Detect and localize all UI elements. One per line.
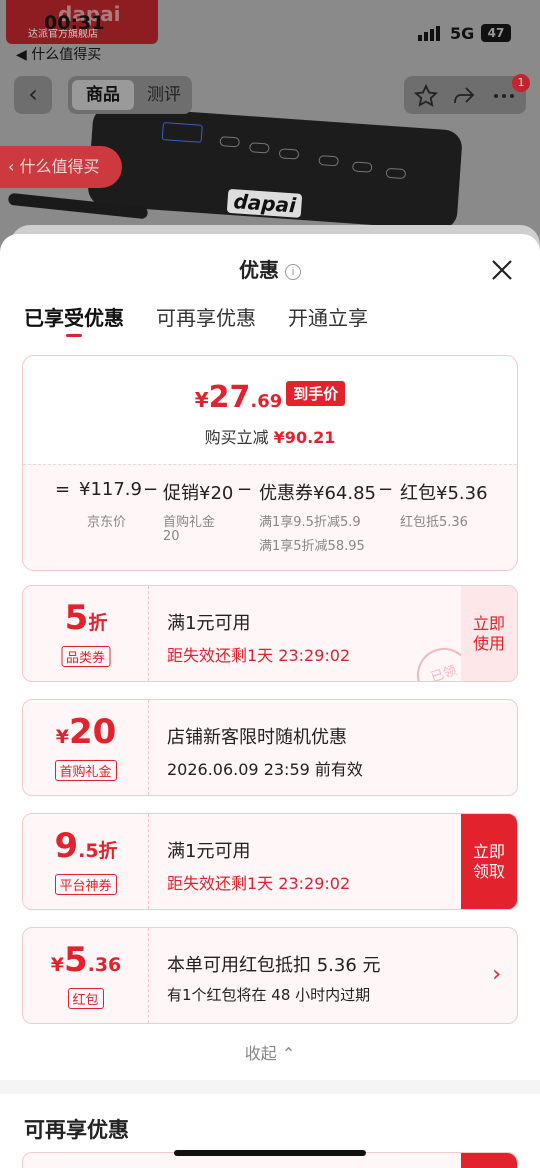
coupon-card-platform: 9.5折 平台神券 满1元可用 距失效还剩1天 23:29:02 立即 领取 bbox=[22, 813, 518, 910]
collapse-button[interactable]: 收起 ⌃ bbox=[0, 1040, 540, 1064]
collapse-label: 收起 bbox=[244, 1044, 277, 1063]
status-time: 00:31 bbox=[44, 12, 105, 34]
coupon-value: ¥20 bbox=[55, 712, 117, 752]
sheet-title: 优惠 i bbox=[0, 254, 540, 283]
jd-price: ¥117.9 bbox=[79, 479, 142, 500]
notification-badge: 1 bbox=[512, 74, 530, 92]
discount-tabs: 已享受优惠 可再享优惠 开通立享 bbox=[24, 302, 400, 337]
promo-sub-2: 20 bbox=[163, 529, 180, 544]
tab-more[interactable]: 可再享优惠 bbox=[156, 302, 256, 331]
coupon-value: 9.5折 bbox=[54, 826, 118, 866]
coupon-expiry: 2026.06.09 23:59 前有效 bbox=[167, 760, 363, 779]
info-icon[interactable]: i bbox=[285, 264, 301, 280]
final-price-tag: 到手价 bbox=[286, 381, 346, 406]
coupon-type-label: 首购礼金 bbox=[54, 760, 117, 781]
star-icon[interactable] bbox=[414, 84, 438, 108]
back-button[interactable]: ‹ bbox=[14, 76, 52, 114]
coupon-countdown: 距失效还剩1天 23:29:02 bbox=[167, 874, 351, 893]
redpacket-amount: 红包¥5.36 bbox=[400, 483, 488, 504]
coupon-sub-1: 满1享9.5折减5.9 bbox=[259, 515, 361, 530]
more-discounts-title: 可再享优惠 bbox=[24, 1118, 129, 1142]
jd-price-label: 京东价 bbox=[87, 515, 127, 530]
top-actions bbox=[404, 76, 526, 114]
redpacket-expiry: 有1个红包将在 48 小时内过期 bbox=[167, 986, 371, 1004]
minus-sign: − bbox=[378, 479, 394, 500]
coupon-card-category: 5折 品类券 满1元可用 距失效还剩1天 23:29:02 已领 立即 使用 bbox=[22, 585, 518, 682]
home-indicator bbox=[174, 1150, 366, 1156]
zdm-return-pill[interactable]: ‹ 什么值得买 bbox=[0, 146, 122, 188]
redpacket-card[interactable]: ¥5.36 红包 本单可用红包抵扣 5.36 元 有1个红包将在 48 小时内过… bbox=[22, 927, 518, 1024]
share-icon[interactable] bbox=[452, 84, 476, 108]
coupon-condition: 店铺新客限时随机优惠 bbox=[167, 727, 347, 748]
redpacket-desc: 本单可用红包抵扣 5.36 元 bbox=[167, 955, 381, 976]
network-type: 5G bbox=[450, 24, 475, 43]
back-to-app[interactable]: ◀ 什么值得买 bbox=[16, 44, 101, 64]
product-brand-mark: dapai bbox=[226, 188, 303, 218]
battery-icon: 47 bbox=[481, 24, 511, 42]
coupon-type-label: 品类券 bbox=[60, 646, 111, 667]
redpacket-sub: 红包抵5.36 bbox=[400, 515, 468, 530]
redpacket-label: 红包 bbox=[67, 988, 104, 1009]
coupon-card-first-purchase: ¥20 首购礼金 店铺新客限时随机优惠 2026.06.09 23:59 前有效 bbox=[22, 699, 518, 796]
claim-now-button[interactable]: 立即 领取 bbox=[461, 814, 517, 909]
promo-amount: 促销¥20 bbox=[163, 483, 234, 504]
use-now-button[interactable]: 立即 使用 bbox=[461, 586, 517, 681]
final-price: ¥27.69 到手价 bbox=[23, 380, 517, 415]
coupon-countdown: 距失效还剩1天 23:29:02 bbox=[167, 646, 351, 665]
tab-goods[interactable]: 商品 bbox=[72, 80, 134, 110]
promo-sub-1: 首购礼金 bbox=[163, 515, 216, 530]
coupon-type-label: 平台神券 bbox=[54, 874, 117, 895]
section-divider bbox=[0, 1080, 540, 1094]
price-breakdown: = ¥117.9 京东价 − 促销¥20 首购礼金 20 − 优惠券¥64.85… bbox=[23, 464, 517, 570]
coupon-condition: 满1元可用 bbox=[167, 841, 251, 862]
tab-open[interactable]: 开通立享 bbox=[288, 302, 368, 331]
sheet-title-text: 优惠 bbox=[239, 258, 279, 282]
chevron-up-icon: ⌃ bbox=[281, 1044, 296, 1063]
discount-sheet: 优惠 i 已享受优惠 可再享优惠 开通立享 ¥27.69 到手价 购买立减 ¥90.21… bbox=[0, 234, 540, 1168]
signal-icon bbox=[418, 22, 442, 41]
tab-enjoyed[interactable]: 已享受优惠 bbox=[24, 302, 124, 337]
minus-sign: − bbox=[143, 479, 159, 500]
zdm-pill-label: 什么值得买 bbox=[19, 157, 100, 176]
coupon-sub-2: 满1享5折减58.95 bbox=[259, 539, 365, 554]
coupon-condition: 满1元可用 bbox=[167, 613, 251, 634]
instant-reduction: 购买立减 ¥90.21 bbox=[204, 428, 336, 447]
product-tabs: 商品 测评 bbox=[68, 76, 192, 114]
equals-sign: = bbox=[55, 479, 71, 500]
coupon-amount: 优惠券¥64.85 bbox=[259, 483, 376, 504]
close-icon[interactable] bbox=[488, 256, 516, 284]
minus-sign: − bbox=[237, 479, 253, 500]
redpacket-value: ¥5.36 bbox=[50, 940, 122, 980]
price-summary: ¥27.69 到手价 购买立减 ¥90.21 = ¥117.9 京东价 − 促销¥… bbox=[22, 355, 518, 571]
chevron-right-icon[interactable]: › bbox=[492, 962, 501, 987]
tab-review[interactable]: 测评 bbox=[140, 80, 188, 110]
coupon-value: 5折 bbox=[64, 598, 108, 638]
